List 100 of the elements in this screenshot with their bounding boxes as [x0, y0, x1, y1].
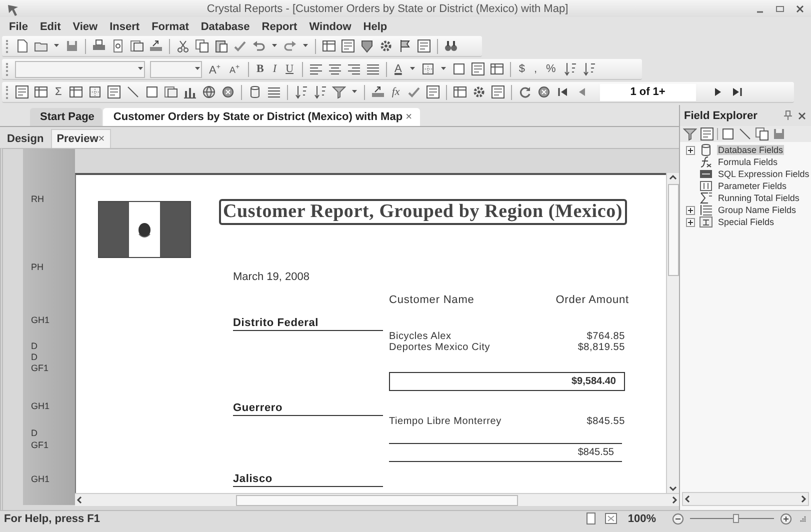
slider-thumb[interactable]: [733, 514, 740, 523]
menu-item[interactable]: Edit: [34, 20, 67, 34]
toolbar-button[interactable]: %: [544, 62, 558, 76]
page-number-field[interactable]: 1 of 1+: [600, 84, 696, 100]
table-icon[interactable]: [68, 85, 83, 99]
tree-item[interactable]: Database Fields: [717, 145, 784, 155]
form-icon[interactable]: [341, 39, 355, 53]
undo-icon[interactable]: [252, 39, 266, 53]
tree-item[interactable]: SQL Expression Fields: [717, 169, 810, 179]
line-icon[interactable]: [126, 85, 140, 99]
view-tab[interactable]: Preview×: [50, 129, 111, 148]
tree-item[interactable]: Running Total Fields: [717, 193, 800, 203]
justify-icon[interactable]: [266, 85, 281, 99]
scrollbar-thumb[interactable]: [668, 184, 678, 276]
menu-item[interactable]: Database: [194, 20, 256, 34]
globe-icon[interactable]: [202, 85, 216, 99]
scroll-up-icon[interactable]: [668, 173, 678, 182]
align-right-icon[interactable]: [346, 62, 361, 76]
page-view-icon[interactable]: [584, 512, 598, 525]
scrollbar-thumb[interactable]: [236, 494, 518, 506]
border-icon[interactable]: [420, 62, 435, 76]
form-icon[interactable]: [15, 85, 29, 99]
table-icon[interactable]: [490, 62, 504, 76]
fit-view-icon[interactable]: [604, 512, 618, 525]
stop-icon[interactable]: [536, 85, 551, 99]
new-document-icon[interactable]: [15, 39, 29, 53]
table-icon[interactable]: [34, 85, 48, 99]
toolbar-button[interactable]: U: [284, 62, 296, 76]
expand-icon[interactable]: [686, 146, 695, 154]
form-icon[interactable]: [426, 85, 440, 99]
tree-item[interactable]: Parameter Fields: [717, 181, 788, 191]
flag-icon[interactable]: [398, 39, 412, 53]
export-icon[interactable]: [370, 85, 385, 99]
checkmark-icon[interactable]: [233, 39, 247, 53]
expand-icon[interactable]: [686, 206, 695, 214]
pages-icon[interactable]: [164, 85, 178, 99]
form-icon[interactable]: [470, 62, 485, 76]
tree-item[interactable]: Formula Fields: [717, 157, 779, 167]
pin-icon[interactable]: [783, 110, 793, 121]
horizontal-scrollbar[interactable]: [75, 493, 679, 506]
horizontal-scrollbar[interactable]: [682, 492, 809, 506]
form-icon[interactable]: [490, 85, 505, 99]
form-icon[interactable]: [417, 39, 431, 53]
pages-icon[interactable]: [130, 39, 144, 53]
document-tab[interactable]: Customer Orders by State or District (Mexico) with Map ×: [103, 108, 420, 126]
box-icon[interactable]: [144, 85, 159, 99]
menu-item[interactable]: Insert: [104, 20, 146, 34]
toolbar-button[interactable]: Σ: [53, 85, 64, 99]
paste-icon[interactable]: [214, 39, 228, 53]
sort-icon[interactable]: [312, 85, 327, 99]
page-preview-icon[interactable]: [111, 39, 125, 53]
first-page-icon[interactable]: [556, 85, 570, 99]
refresh-icon[interactable]: [518, 85, 532, 99]
toolbar-button[interactable]: B: [254, 62, 266, 76]
form-icon[interactable]: [106, 85, 121, 99]
export-icon[interactable]: [149, 39, 163, 53]
align-center-icon[interactable]: [328, 62, 342, 76]
filter-icon[interactable]: [332, 85, 346, 99]
printer-icon[interactable]: [92, 39, 106, 53]
zoom-in-icon[interactable]: [780, 512, 792, 524]
save-icon[interactable]: [65, 39, 79, 53]
menu-item[interactable]: File: [3, 20, 34, 34]
expand-icon[interactable]: [686, 218, 695, 226]
gear-icon[interactable]: [379, 39, 393, 53]
toolbar-button[interactable]: ,: [532, 62, 540, 76]
line-icon[interactable]: [738, 127, 752, 141]
copy-icon[interactable]: [755, 127, 769, 141]
bar-chart-icon[interactable]: [182, 85, 197, 99]
close-icon[interactable]: [797, 110, 807, 120]
toolbar-button[interactable]: A$^{+}$: [227, 61, 242, 77]
maximize-icon[interactable]: [775, 4, 785, 14]
table-icon[interactable]: [322, 39, 336, 53]
menu-item[interactable]: Help: [357, 20, 394, 34]
toolbar-button[interactable]: fx: [390, 85, 402, 99]
sort-icon[interactable]: [582, 62, 596, 76]
document-tab[interactable]: Start Page: [30, 108, 102, 126]
close-icon[interactable]: [795, 4, 805, 14]
toolbar-button[interactable]: I: [270, 62, 279, 76]
align-left-icon[interactable]: [308, 62, 323, 76]
menu-item[interactable]: Report: [256, 20, 304, 34]
stop-icon[interactable]: [220, 85, 235, 99]
scroll-down-icon[interactable]: [668, 484, 678, 493]
border-icon[interactable]: [88, 85, 102, 99]
menu-item[interactable]: Format: [146, 20, 195, 34]
box-icon[interactable]: [452, 62, 466, 76]
justify-icon[interactable]: [366, 62, 380, 76]
table-icon[interactable]: [452, 85, 467, 99]
box-icon[interactable]: [721, 127, 735, 141]
scissors-icon[interactable]: [176, 39, 190, 53]
checkmark-icon[interactable]: [406, 85, 421, 99]
sort-icon[interactable]: [562, 62, 577, 76]
cylinder-icon[interactable]: [248, 85, 262, 99]
toolbar-button[interactable]: $: [516, 62, 527, 76]
tree-item[interactable]: Group Name Fields: [717, 205, 798, 215]
tree-item[interactable]: Special Fields: [717, 217, 776, 227]
gear-icon[interactable]: [472, 85, 486, 99]
menu-item[interactable]: Window: [303, 20, 358, 34]
copy-icon[interactable]: [195, 39, 209, 53]
binoculars-icon[interactable]: [444, 39, 458, 53]
toolbar-button[interactable]: A: [392, 62, 404, 76]
